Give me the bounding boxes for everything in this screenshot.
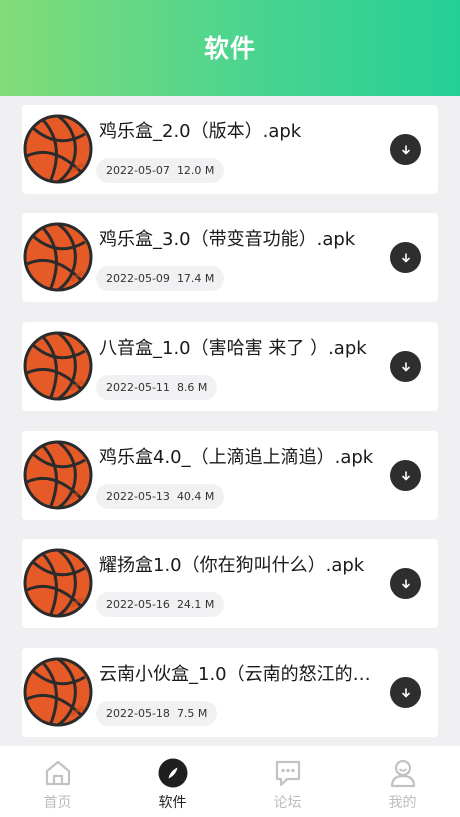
file-date: 2022-05-11 [106, 381, 170, 394]
file-size: 24.1 M [176, 598, 215, 611]
download-button[interactable] [390, 677, 421, 708]
file-meta: 2022-05-11 8.6 M [96, 375, 218, 400]
file-name: 八音盒_1.0（害哈害 来了 ）.apk [99, 338, 367, 359]
bottom-tab-bar: 首页 软件 论坛 我的 [0, 746, 460, 817]
basketball-icon [23, 657, 93, 727]
file-date: 2022-05-18 [106, 707, 170, 720]
page-title: 软件 [203, 34, 256, 63]
tab-software-label: 软件 [158, 795, 187, 811]
file-card[interactable]: 云南小伙盒_1.0（云南的怒江的… 2022-05-18 7.5 M [22, 648, 438, 737]
download-icon [401, 252, 410, 262]
file-card[interactable]: 鸡乐盒_2.0（版本）.apk 2022-05-07 12.0 M [22, 105, 438, 194]
file-meta: 2022-05-16 24.1 M [96, 592, 225, 617]
compass-icon [158, 758, 188, 788]
file-name: 耀扬盒1.0（你在狗叫什么）.apk [99, 555, 365, 576]
basketball-icon [23, 331, 93, 401]
home-icon [43, 758, 73, 788]
download-button[interactable] [390, 134, 421, 165]
file-card[interactable]: 八音盒_1.0（害哈害 来了 ）.apk 2022-05-11 8.6 M [22, 322, 438, 411]
download-icon [401, 687, 410, 697]
file-size: 7.5 M [176, 707, 208, 720]
file-date: 2022-05-13 [106, 490, 170, 503]
chat-icon [273, 758, 303, 788]
basketball-icon [23, 440, 93, 510]
file-meta: 2022-05-13 40.4 M [96, 484, 225, 509]
download-icon [401, 361, 410, 371]
download-icon [401, 470, 410, 480]
file-meta: 2022-05-07 12.0 M [96, 158, 225, 183]
basketball-icon [23, 548, 93, 618]
tab-forum[interactable]: 论坛 [230, 746, 345, 817]
file-date: 2022-05-16 [106, 598, 170, 611]
file-size: 8.6 M [176, 381, 208, 394]
file-card[interactable]: 耀扬盒1.0（你在狗叫什么）.apk 2022-05-16 24.1 M [22, 539, 438, 628]
file-name: 鸡乐盒_2.0（版本）.apk [99, 121, 302, 142]
file-card[interactable]: 鸡乐盒_3.0（带变音功能）.apk 2022-05-09 17.4 M [22, 213, 438, 302]
file-size: 12.0 M [176, 164, 215, 177]
basketball-icon [23, 114, 93, 184]
file-card[interactable]: 鸡乐盒4.0_（上滴追上滴追）.apk 2022-05-13 40.4 M [22, 431, 438, 520]
file-date: 2022-05-09 [106, 272, 170, 285]
file-name: 云南小伙盒_1.0（云南的怒江的… [99, 664, 371, 685]
basketball-icon [23, 222, 93, 292]
download-icon [401, 144, 410, 154]
file-name: 鸡乐盒_3.0（带变音功能）.apk [99, 229, 356, 250]
file-list[interactable]: 鸡乐盒_2.0（版本）.apk 2022-05-07 12.0 M 鸡乐盒_3.… [0, 96, 460, 746]
download-button[interactable] [390, 568, 421, 599]
tab-software[interactable]: 软件 [115, 746, 230, 817]
tab-home[interactable]: 首页 [0, 746, 115, 817]
file-date: 2022-05-07 [106, 164, 170, 177]
download-icon [401, 578, 410, 588]
tab-mine[interactable]: 我的 [345, 746, 460, 817]
tab-mine-label: 我的 [388, 795, 417, 811]
download-button[interactable] [390, 351, 421, 382]
file-size: 17.4 M [176, 272, 215, 285]
tab-home-label: 首页 [43, 795, 72, 811]
file-meta: 2022-05-09 17.4 M [96, 266, 225, 291]
download-button[interactable] [390, 460, 421, 491]
file-size: 40.4 M [176, 490, 215, 503]
tab-forum-label: 论坛 [273, 795, 302, 811]
download-button[interactable] [390, 242, 421, 273]
file-meta: 2022-05-18 7.5 M [96, 701, 218, 726]
file-name: 鸡乐盒4.0_（上滴追上滴追）.apk [99, 447, 374, 468]
app-header: 软件 [0, 0, 460, 96]
user-icon [388, 758, 418, 788]
